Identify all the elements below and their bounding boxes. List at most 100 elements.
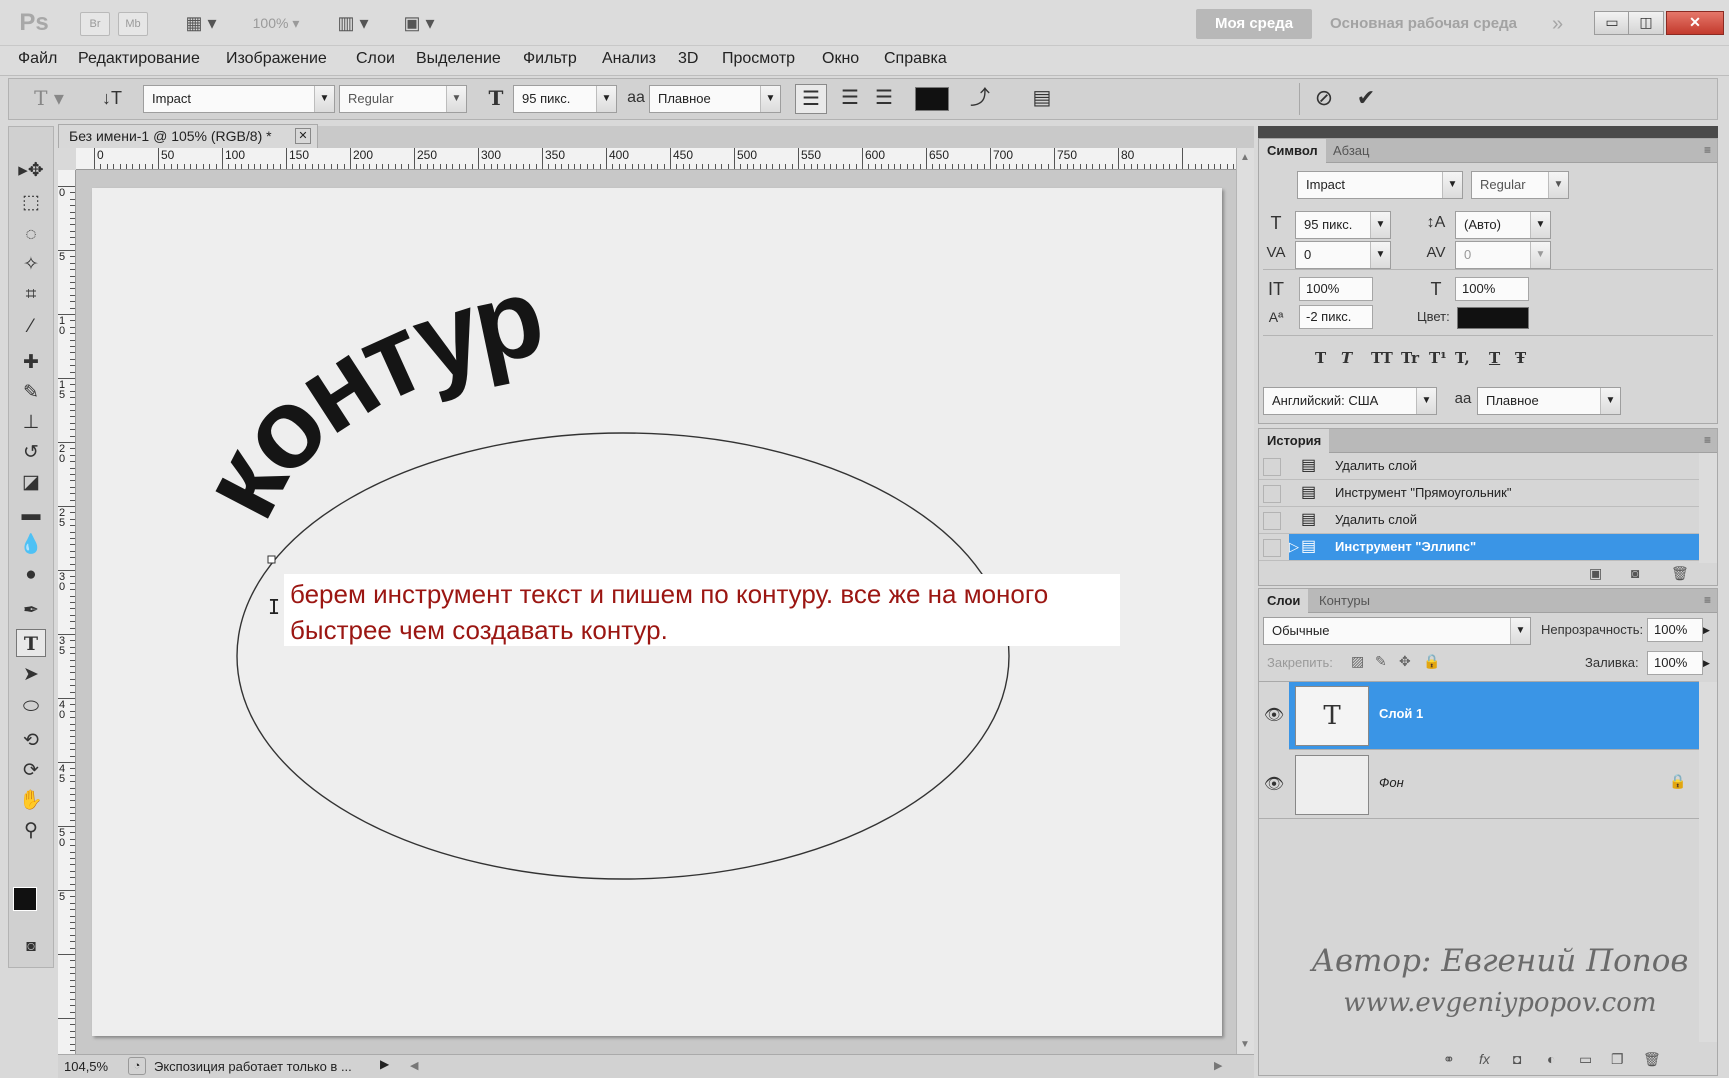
tracking-dropdown[interactable]: 0 ▼ [1455,241,1551,269]
char-antialias-value: Плавное [1486,393,1539,408]
char-color-swatch[interactable] [1457,307,1529,329]
history-item-selected[interactable]: ▷ ▤ Инструмент "Эллипс" [1259,534,1699,561]
panel-menu-icon[interactable]: ≡ [1704,433,1711,447]
fill-arrow-icon[interactable]: ▶ [1703,651,1715,675]
layer-name[interactable]: Фон [1379,775,1404,790]
vertical-scale-field[interactable]: 100% [1299,277,1373,301]
history-scrollbar[interactable] [1699,453,1717,563]
tutorial-caption: берем инструмент текст и пишем по контур… [284,574,1120,646]
leading-dropdown[interactable]: (Авто) ▼ [1455,211,1551,239]
panel-menu-icon[interactable]: ≡ [1704,593,1711,607]
lock-all-icon[interactable]: 🔒 [1423,653,1440,670]
faux-bold-button[interactable]: T [1315,349,1326,367]
tracking-value: 0 [1464,247,1472,262]
layer-visibility-eye-icon[interactable]: 👁 [1259,751,1289,819]
lock-pixels-icon[interactable]: ✎ [1375,653,1387,670]
tab-paths[interactable]: Контуры [1311,589,1378,613]
subscript-button[interactable]: T, [1455,349,1470,367]
scroll-up-icon[interactable]: ▲ [1240,152,1250,163]
new-group-icon[interactable]: ▭ [1579,1051,1592,1068]
history-item[interactable]: ▤ Инструмент "Прямоугольник" [1259,480,1699,507]
status-menu-arrow-icon[interactable]: ▶ [380,1057,396,1071]
chevron-down-icon: ▼ [1416,388,1436,414]
small-caps-button[interactable]: Tr [1401,349,1419,367]
history-item[interactable]: ▤ Удалить слой [1259,453,1699,480]
hscroll-right-icon[interactable]: ▶ [1214,1059,1222,1072]
blend-mode-dropdown[interactable]: Обычные ▼ [1263,617,1531,645]
all-caps-button[interactable]: TT [1371,349,1393,367]
history-brush-source-box[interactable] [1263,485,1281,503]
char-font-size-value: 95 пикс. [1304,217,1353,232]
tab-paragraph[interactable]: Абзац [1325,139,1377,163]
tab-layers[interactable]: Слои [1259,589,1309,613]
history-panel: История ≡ ▤ Удалить слой ▤ Инструмент "Пря… [1258,428,1718,586]
kerning-dropdown[interactable]: 0 ▼ [1295,241,1391,269]
ellipse-path[interactable] [236,432,1010,880]
baseline-shift-icon: Aª [1268,309,1284,325]
path-anchor-point[interactable] [267,555,276,564]
layer-thumbnail [1295,755,1369,815]
status-bar: 104,5% ◔ Экспозиция работает только в ..… [58,1054,1254,1078]
blend-mode-value: Обычные [1272,623,1330,638]
adjustment-layer-icon[interactable]: ◐ [1547,1051,1555,1067]
history-state-icon: ▤ [1301,457,1317,474]
layer-style-icon[interactable]: fx [1479,1051,1490,1067]
path-text-content: контур [175,254,556,537]
layer-visibility-eye-icon[interactable]: 👁 [1259,682,1289,750]
layer-name[interactable]: Слой 1 [1379,706,1423,721]
language-dropdown[interactable]: Английский: США ▼ [1263,387,1437,415]
char-antialias-dropdown[interactable]: Плавное ▼ [1477,387,1621,415]
history-item-label: Инструмент "Прямоугольник" [1335,485,1512,500]
history-brush-source-box[interactable] [1263,458,1281,476]
layers-scrollbar[interactable] [1699,682,1717,1042]
char-font-size-dropdown[interactable]: 95 пикс. ▼ [1295,211,1391,239]
opacity-field[interactable]: 100% [1647,618,1703,642]
type-style-buttons: T T TT Tr T¹ T, T Ŧ [1315,349,1615,373]
faux-italic-button[interactable]: T [1341,349,1352,367]
tab-history[interactable]: История [1259,429,1330,453]
leading-value: (Авто) [1464,217,1501,232]
panel-menu-icon[interactable]: ≡ [1704,143,1711,157]
hscroll-left-icon[interactable]: ◀ [410,1059,418,1072]
layer-row[interactable]: 👁 Фон 🔒 [1259,751,1699,819]
tutorial-line-1: берем инструмент текст и пишем по контур… [290,579,1049,609]
history-item[interactable]: ▤ Удалить слой [1259,507,1699,534]
history-brush-source-box[interactable] [1263,512,1281,530]
link-layers-icon[interactable]: ⚭ [1443,1051,1455,1068]
chevron-down-icon: ▼ [1548,172,1568,198]
new-document-from-state-icon[interactable]: ▣ [1589,565,1602,582]
history-brush-source-box[interactable] [1263,539,1281,557]
kerning-value: 0 [1304,247,1312,262]
antialias-icon: aa [1454,390,1472,407]
status-text: Экспозиция работает только в ... [154,1059,352,1074]
superscript-button[interactable]: T¹ [1429,349,1447,367]
canvas-vertical-scrollbar[interactable]: ▲ ▼ [1236,148,1254,1056]
horizontal-scale-field[interactable]: 100% [1455,277,1529,301]
zoom-status[interactable]: 104,5% [64,1059,108,1074]
fill-field[interactable]: 100% [1647,651,1703,675]
lock-position-icon[interactable]: ✥ [1399,653,1411,670]
strikethrough-button[interactable]: Ŧ [1515,349,1526,367]
type-cursor-icon: I [268,595,280,619]
path-text[interactable]: контур [175,254,556,537]
status-info-icon[interactable]: ◔ [128,1057,146,1075]
delete-layer-icon[interactable]: 🗑 [1643,1051,1661,1068]
underline-button[interactable]: T [1489,349,1500,367]
layer-thumbnail: T [1295,686,1369,746]
character-panel: Символ Абзац ≡ Impact ▼ Regular ▼ T 95 пик… [1258,138,1718,424]
author-name: Автор: Евгений Попов [1311,943,1689,979]
scroll-down-icon[interactable]: ▼ [1240,1039,1250,1050]
char-font-family-dropdown[interactable]: Impact ▼ [1297,171,1463,199]
layer-mask-icon[interactable]: ◘ [1513,1051,1521,1067]
opacity-arrow-icon[interactable]: ▶ [1703,618,1715,642]
baseline-shift-field[interactable]: -2 пикс. [1299,305,1373,329]
new-snapshot-icon[interactable]: ◙ [1631,565,1639,581]
lock-transparent-icon[interactable]: ▨ [1351,653,1364,670]
layer-row-selected[interactable]: 👁 T Слой 1 [1259,682,1699,750]
author-url: www.evgeniypopov.com [1343,988,1657,1018]
tab-character[interactable]: Символ [1259,139,1326,163]
delete-state-icon[interactable]: 🗑 [1671,565,1689,582]
new-layer-icon[interactable]: ❐ [1611,1051,1624,1068]
char-font-style-dropdown[interactable]: Regular ▼ [1471,171,1569,199]
char-font-family-value: Impact [1306,177,1346,192]
